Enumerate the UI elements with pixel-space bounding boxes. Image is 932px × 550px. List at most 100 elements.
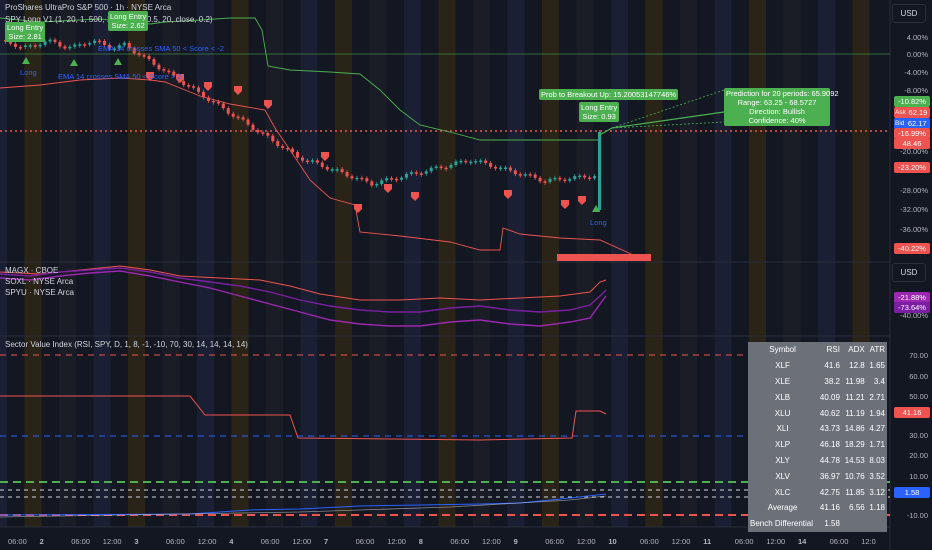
indicator-legend[interactable]: Sector Value Index (RSI, SPY, D, 1, 8, -… [5,340,248,349]
time-tick: 2 [39,537,44,546]
overlay-legend-magx[interactable]: MAGX · CBOE [5,266,58,275]
ask-label: Ask [895,109,906,116]
table-cell: XLF [775,361,790,371]
table-row: XLI 43.73 14.86 4.27 [748,421,887,437]
table-cell: 46.18 [819,440,840,450]
candle [528,174,532,176]
ask-value: 62.19 [908,108,928,117]
candle [533,174,537,178]
time-tick: 06:00 [355,537,375,546]
time-tick: 12:00 [482,537,501,546]
candle [429,167,433,172]
table-cell: Average [767,503,798,513]
session-band [645,0,663,527]
candle [578,175,582,178]
candle [246,119,250,125]
table-cell: 4.27 [869,424,885,434]
table-row: XLE 38.2 11.98 3.4 [748,374,887,390]
candle [68,46,72,49]
table-row: XLF 41.6 12.8 1.65 [748,358,887,374]
sector-value-table: Symbol RSI ADX ATR XLF 41.6 12.8 1.65 XLE 38.… [748,342,887,532]
table-cell: 40.62 [819,408,840,418]
table-cell: 11.19 [845,408,865,418]
candle [88,43,92,45]
time-tick: 11 [703,537,712,546]
axis-tick: 30.00 [909,431,928,440]
candle [83,44,87,46]
candle [182,81,186,86]
candle [489,162,493,167]
candle [157,64,161,70]
candle [553,177,557,180]
candle [419,173,423,175]
candle [296,151,300,158]
table-row: XLY 44.78 14.53 8.03 [748,453,887,469]
table-cell: 1.58 [824,519,840,529]
session-band [335,0,352,527]
candle [93,40,97,44]
overlay-legend-spyu[interactable]: SPYU · NYSE Arca [5,288,74,297]
time-tick: 4 [229,537,234,546]
time-tick: 12:00 [102,537,122,546]
candle [593,176,597,179]
candle [513,170,517,175]
currency-button[interactable]: USD [892,4,926,23]
table-cell: XLC [774,487,791,497]
price-pill: -10.82% [894,96,930,107]
currency-button-overlay[interactable]: USD [892,263,926,282]
table-cell: 11.85 [845,487,865,497]
candle [568,179,572,181]
candle [484,160,488,163]
candle [43,41,47,45]
table-row: XLP 46.18 18.29 1.71 [748,437,887,453]
candle [48,39,52,42]
candle [518,174,522,176]
table-cell: 38.2 [824,376,840,386]
time-tick: 7 [324,537,329,546]
candle [330,169,334,171]
candle [444,167,448,170]
session-band [300,0,318,527]
table-cell: XLU [774,408,791,418]
long-note: Long [20,68,37,77]
table-cell: XLB [775,392,791,402]
table-row: XLB 40.09 11.21 2.71 [748,389,887,405]
candle [221,103,225,109]
candle [414,172,418,174]
table-cell: 12.8 [849,361,865,371]
candle [469,161,473,164]
candle [400,177,403,180]
candle [211,100,215,103]
time-tick: 06:00 [545,537,564,546]
candle [439,166,443,169]
candle [152,59,156,65]
candle [370,181,374,186]
candle [563,179,567,182]
long-note: Long [590,218,607,227]
candle [256,129,260,133]
candle [365,178,369,182]
axis-tick: -36.00% [900,225,928,234]
time-tick: 12:00 [197,537,217,546]
candle [137,53,141,56]
candle [424,171,428,174]
indicator-pill: 41.16 [894,407,930,418]
table-cell [842,516,867,532]
candle [286,147,290,150]
time-tick: 06:00 [734,537,754,546]
time-tick: 12:00 [576,537,596,546]
time-tick: 12:0 [861,537,876,546]
table-cell: 43.73 [819,424,840,434]
table-cell: 6.56 [849,503,865,513]
axis-tick: -32.00% [900,205,928,214]
candle [538,177,542,182]
candle [375,184,379,186]
axis-tick: 10.00 [909,472,928,481]
buy-marker [114,58,122,65]
candle [276,141,280,147]
candle [162,69,166,71]
candle [573,176,577,180]
overlay-legend-soxl[interactable]: SOXL · NYSE Arca [5,277,73,286]
time-tick: 14 [798,537,807,546]
sell-marker [561,200,569,209]
